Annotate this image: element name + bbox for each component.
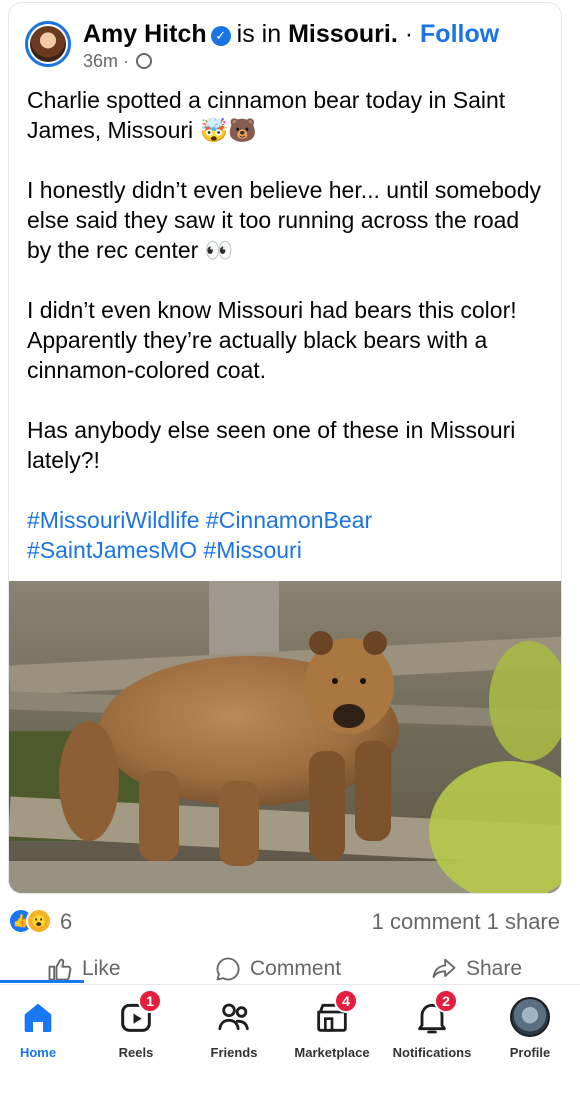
tab-notifications-label: Notifications [392,1045,472,1060]
share-label: Share [466,957,523,980]
share-icon [432,958,456,979]
author-name[interactable]: Amy Hitch [83,20,207,48]
tab-reels-label: Reels [118,1045,154,1060]
comment-button[interactable]: Comment [214,954,341,984]
comment-label: Comment [250,957,342,980]
bear-photo-illustration [9,581,561,893]
post-meta: 36m · [83,51,153,72]
reels-badge: 1 [138,989,162,1013]
tab-home[interactable]: Home [0,993,86,1065]
tab-notifications[interactable]: 2 Notifications [384,989,480,1065]
home-icon [24,1003,52,1032]
globe-icon [136,53,153,69]
comment-count[interactable]: 1 comment [372,909,481,934]
post-card: Amy Hitch ✓ is in Missouri. · Follow 36m ·… [8,2,562,894]
active-tab-indicator [0,980,84,983]
friends-icon [218,1003,249,1031]
bottom-tab-bar: Home 1 Reels Friends 4 Marketplace 2 Not… [0,984,580,1074]
post-hashtags[interactable]: #MissouriWildlife #CinnamonBear #SaintJa… [27,505,547,565]
post-paragraph: Has anybody else seen one of these in Mi… [27,417,516,473]
comment-icon [216,957,240,981]
share-button[interactable]: Share [430,954,522,984]
post-paragraph: I honestly didn’t even believe her... un… [27,177,541,263]
like-label: Like [82,957,121,980]
location-link[interactable]: Missouri. [288,20,398,48]
post-actions: Like Comment Share [0,952,580,986]
tab-friends[interactable]: Friends [186,993,282,1065]
marketplace-badge: 4 [334,989,358,1013]
post-text: Charlie spotted a cinnamon bear today in… [27,85,547,595]
tab-reels[interactable]: 1 Reels [88,989,184,1065]
author-avatar[interactable] [25,21,71,67]
share-count[interactable]: 1 share [487,909,560,934]
post-time[interactable]: 36m [83,51,118,71]
tab-home-label: Home [19,1045,57,1060]
location-prefix: is in [236,20,282,48]
tab-profile-label: Profile [509,1045,551,1060]
like-icon [48,958,72,981]
meta-separator: · [118,51,135,71]
post-paragraph: I didn’t even know Missouri had bears th… [27,297,517,383]
follow-button[interactable]: Follow [420,20,499,48]
tab-friends-label: Friends [210,1045,258,1060]
tab-marketplace[interactable]: 4 Marketplace [284,989,380,1065]
follow-separator: · [397,20,421,48]
tab-profile[interactable]: Profile [482,993,578,1065]
post-stats: 👍 😮 6 1 comment 1 share [8,902,562,942]
profile-avatar [510,997,550,1037]
post-header: Amy Hitch ✓ is in Missouri. · Follow 36m · [25,17,555,73]
engagement-counts: 1 comment 1 share [372,908,560,936]
verified-icon: ✓ [210,26,231,46]
post-headline: Amy Hitch ✓ is in Missouri. · Follow [83,19,499,49]
tab-marketplace-label: Marketplace [294,1045,370,1060]
notifications-badge: 2 [434,989,458,1013]
post-paragraph: Charlie spotted a cinnamon bear today in… [27,87,506,143]
post-photo[interactable] [9,581,561,893]
wow-reaction-icon: 😮 [26,908,52,934]
reaction-count: 6 [60,909,73,934]
